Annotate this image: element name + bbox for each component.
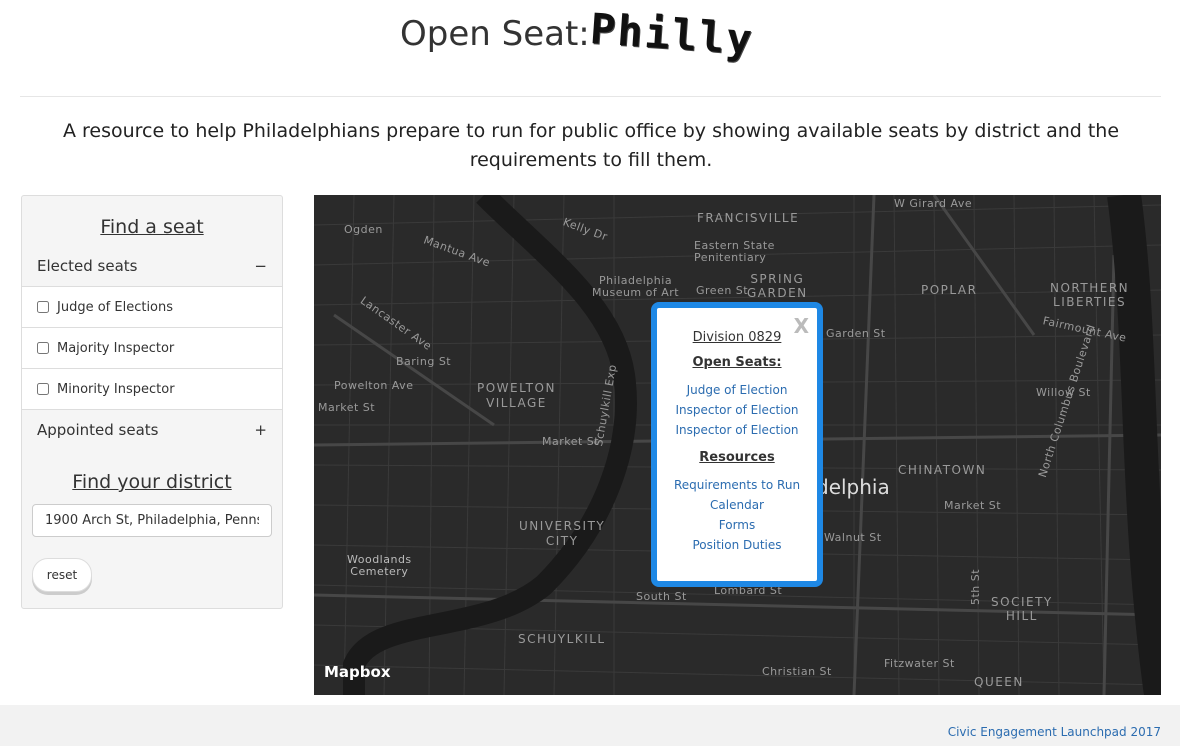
site-title: Open Seat: <box>400 14 590 54</box>
majority-checkbox[interactable] <box>37 342 49 354</box>
map-label-baring: Baring St <box>396 355 452 368</box>
header-divider <box>20 96 1161 97</box>
map-label-south: South St <box>636 590 687 603</box>
appointed-seats-label: Appointed seats <box>37 420 159 439</box>
tagline: A resource to help Philadelphians prepar… <box>62 120 1120 171</box>
resource-link-requirements[interactable]: Requirements to Run <box>657 478 817 492</box>
map-label-museum: Philadelphia Museum of Art <box>592 274 680 299</box>
resource-link-forms[interactable]: Forms <box>657 518 817 532</box>
open-seats-title: Open Seats: <box>692 355 782 370</box>
map-label-5th: 5th St <box>969 568 982 605</box>
resource-link-calendar[interactable]: Calendar <box>657 498 817 512</box>
open-seat-link[interactable]: Inspector of Election <box>657 403 817 417</box>
site-title-logo: Philly <box>588 4 756 65</box>
find-district-title: Find your district <box>72 471 232 493</box>
resources-title: Resources <box>699 450 775 465</box>
map-label-market-c: Market St <box>542 435 600 448</box>
map-label-powelton: POWELTON VILLAGE <box>477 381 556 410</box>
map-label-garden: Garden St <box>826 327 886 340</box>
sidebar-panel: Find a seat Elected seats − Judge of Ele… <box>21 195 283 609</box>
map-label-northern-liberties: NORTHERN LIBERTIES <box>1050 281 1130 309</box>
map-label-society-hill: SOCIETY HILL <box>991 595 1053 623</box>
seat-item-label: Judge of Elections <box>57 299 174 315</box>
seat-item-minority[interactable]: Minority Inspector <box>22 368 282 409</box>
appointed-seats-header[interactable]: Appointed seats + <box>22 409 282 449</box>
map-label-poplar: POPLAR <box>921 283 978 297</box>
map-label-christian: Christian St <box>762 665 832 678</box>
footer-credit-link[interactable]: Civic Engagement Launchpad 2017 <box>948 725 1161 739</box>
division-popup: X Division 0829 Open Seats: Judge of Ele… <box>651 302 823 587</box>
map[interactable]: FRANCISVILLE Eastern State Penitentiary … <box>314 195 1161 695</box>
map-label-market-e: Market St <box>944 499 1002 512</box>
map-label-spring-garden: SPRING GARDEN <box>747 272 808 300</box>
reset-button[interactable]: reset <box>32 558 92 592</box>
seat-item-label: Minority Inspector <box>57 381 175 397</box>
find-seat-title: Find a seat <box>100 216 204 238</box>
map-label-market-w: Market St <box>318 401 376 414</box>
map-label-woodlands: Woodlands Cemetery <box>347 553 412 578</box>
judge-checkbox[interactable] <box>37 301 49 313</box>
map-label-philadelphia: delphia <box>816 475 890 499</box>
address-input[interactable] <box>32 504 272 537</box>
expand-icon: + <box>254 420 267 439</box>
mapbox-attribution: Mapbox <box>324 663 391 681</box>
map-label-ogden: Ogden <box>344 223 383 236</box>
collapse-icon: − <box>254 257 267 275</box>
map-label-schuylkill: SCHUYLKILL <box>518 632 606 646</box>
map-label-green: Green St <box>696 284 749 297</box>
open-seat-link[interactable]: Inspector of Election <box>657 423 817 437</box>
header: Open Seat: Philly <box>0 0 1180 96</box>
resource-link-duties[interactable]: Position Duties <box>657 538 817 552</box>
map-label-queen: QUEEN <box>974 675 1024 689</box>
open-seat-link[interactable]: Judge of Election <box>657 383 817 397</box>
elected-seats-label: Elected seats <box>37 257 138 275</box>
map-label-powelton-ave: Powelton Ave <box>334 379 414 392</box>
map-label-chinatown: CHINATOWN <box>898 463 987 477</box>
minority-checkbox[interactable] <box>37 383 49 395</box>
map-label-girard: W Girard Ave <box>894 197 973 210</box>
division-title: Division 0829 <box>692 330 782 345</box>
map-label-fitzwater: Fitzwater St <box>884 657 955 670</box>
map-label-walnut: Walnut St <box>824 531 882 544</box>
elected-seats-header[interactable]: Elected seats − <box>22 246 282 286</box>
seat-item-judge[interactable]: Judge of Elections <box>22 286 282 327</box>
seat-item-label: Majority Inspector <box>57 340 175 356</box>
map-label-eastern-state: Eastern State Penitentiary <box>694 239 775 264</box>
map-label-francisville: FRANCISVILLE <box>697 211 800 225</box>
map-label-university-city: UNIVERSITY CITY <box>519 519 606 548</box>
seat-item-majority[interactable]: Majority Inspector <box>22 327 282 368</box>
footer: Civic Engagement Launchpad 2017 <box>0 705 1180 746</box>
